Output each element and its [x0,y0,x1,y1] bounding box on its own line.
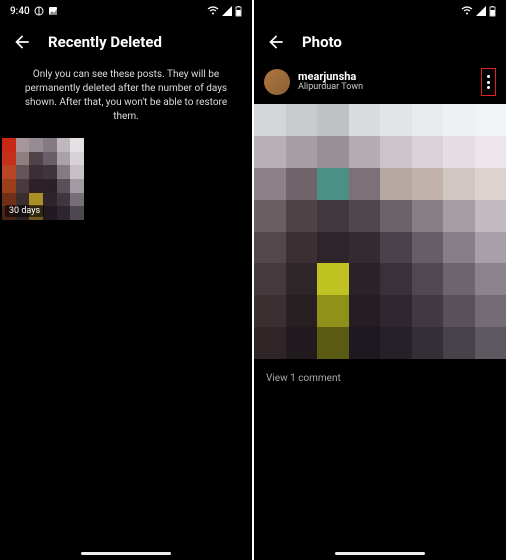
phone-screen-photo-detail: Photo mearjunsha Alipurduar Town View 1 … [254,0,506,560]
back-button[interactable] [266,32,286,52]
page-title: Photo [302,33,342,51]
battery-icon [235,6,242,17]
info-text: Only you can see these posts. They will … [0,62,252,138]
avatar[interactable] [264,69,290,95]
kebab-icon [487,75,490,89]
status-bar [254,0,506,22]
view-comments-link[interactable]: View 1 comment [254,359,506,398]
location[interactable]: Alipurduar Town [298,83,473,93]
status-bar: 9:40 [0,0,252,22]
deleted-post-thumbnail[interactable]: 30 days [2,138,84,220]
battery-icon [489,6,496,17]
thumbnail-grid: 30 days [0,138,252,220]
back-button[interactable] [12,32,32,52]
wifi-icon [207,6,219,16]
picture-icon [48,6,58,16]
post-image[interactable] [254,104,506,359]
phone-screen-recently-deleted: 9:40 Recently Deleted Only you can s [0,0,252,560]
more-options-button[interactable] [481,68,496,96]
home-indicator[interactable] [335,552,425,555]
screen-header: Photo [254,22,506,62]
days-remaining-badge: 30 days [5,205,44,217]
wifi-icon [461,6,473,16]
screen-header: Recently Deleted [0,22,252,62]
page-title: Recently Deleted [48,33,162,51]
signal-icon [222,6,232,16]
signal-icon [476,6,486,16]
post-header: mearjunsha Alipurduar Town [254,62,506,102]
phi-icon [34,6,44,16]
home-indicator[interactable] [81,552,171,555]
status-time: 9:40 [10,6,30,17]
